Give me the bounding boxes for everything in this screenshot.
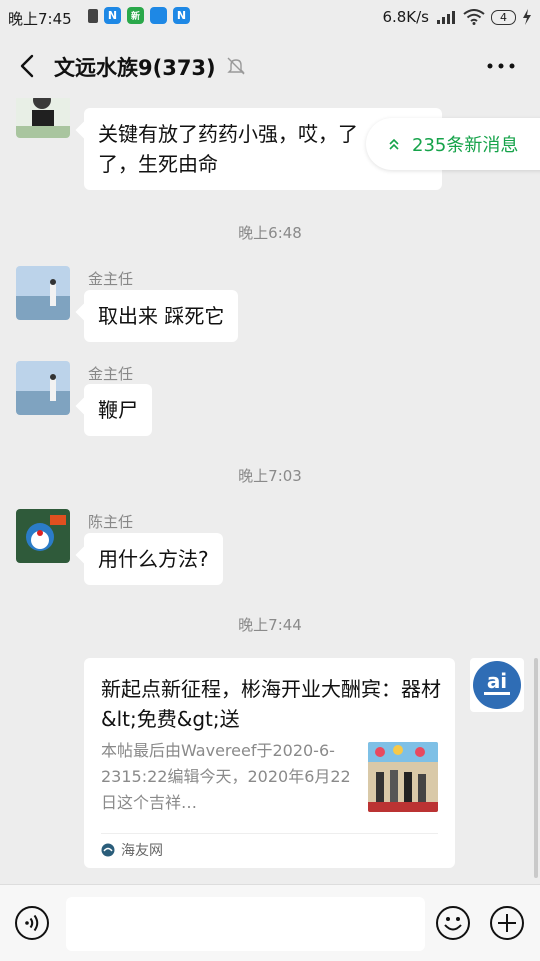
avatar[interactable] [16,98,70,138]
scrollbar[interactable] [534,658,538,878]
avatar[interactable] [16,361,70,415]
time-separator: 晚上7:03 [238,467,302,485]
chat-title: 文远水族9(373) [54,56,216,80]
message-bubble[interactable]: 取出来 踩死它 [84,290,239,342]
double-chevron-up-icon [389,138,399,150]
wifi-icon [463,9,485,25]
app-badge-icon: 新 [127,7,144,24]
link-card-source: 海友网 [101,840,163,860]
sender-name: 金主任 [88,270,134,288]
chat-header: 文远水族9(373) [0,34,540,98]
message-text: 鞭尸 [98,398,138,422]
more-icon[interactable] [486,54,516,78]
avatar[interactable] [16,266,70,320]
message-text: 用什么方法? [98,547,209,571]
battery-indicator: 4 [491,9,516,25]
voice-icon[interactable] [14,905,50,941]
message-bubble[interactable]: 用什么方法? [84,533,223,585]
signal-icon [437,11,455,24]
message-bubble[interactable]: 鞭尸 [84,384,152,436]
plus-icon[interactable] [489,905,525,941]
chat-messages[interactable]: 关键有放了药药小强，哎，了 了，生死由命 235条新消息 晚上6:48 金主任 … [0,98,540,884]
link-card-thumbnail [368,742,438,812]
new-messages-label: 235条新消息 [412,135,519,156]
avatar[interactable] [16,509,70,563]
mute-bell-icon [227,57,245,75]
emoji-icon[interactable] [435,905,471,941]
app-badge-icon: N [173,7,190,24]
time-separator: 晚上6:48 [238,224,302,242]
sender-name: 金主任 [88,365,134,383]
sender-name: 陈主任 [88,513,134,531]
avatar-logo-text: ai [487,669,507,693]
message-text: 取出来 踩死它 [98,304,225,328]
charging-icon [523,9,531,25]
link-card-title: 新起点新征程，彬海开业大酬宾：器材&lt;免费&gt;送 [101,677,441,731]
back-icon[interactable] [14,50,42,82]
new-messages-button[interactable]: 235条新消息 [366,118,540,170]
link-card-description: 本帖最后由Wavereef于2020-6-2315:22编辑今天，2020年6月… [101,741,351,812]
status-bar: 晚上7:45 N 新 N 6.8K/s 4 [0,0,540,34]
app-badge-icon: N [104,7,121,24]
input-bar [0,884,540,961]
sim-icon [88,8,98,23]
status-right: 6.8K/s 4 [382,8,532,26]
link-card[interactable]: 新起点新征程，彬海开业大酬宾：器材&lt;免费&gt;送 本帖最后由Wavere… [84,658,455,868]
time-separator: 晚上7:44 [238,616,302,634]
status-app-icons: N 新 N [88,7,190,24]
status-time: 晚上7:45 [8,10,72,28]
link-card-divider [101,833,438,834]
network-speed: 6.8K/s [382,8,429,26]
app-badge-icon [150,7,167,24]
my-avatar[interactable]: ai [470,658,524,712]
message-input[interactable] [66,897,425,951]
source-logo-icon [101,843,115,857]
link-card-source-name: 海友网 [121,843,163,859]
